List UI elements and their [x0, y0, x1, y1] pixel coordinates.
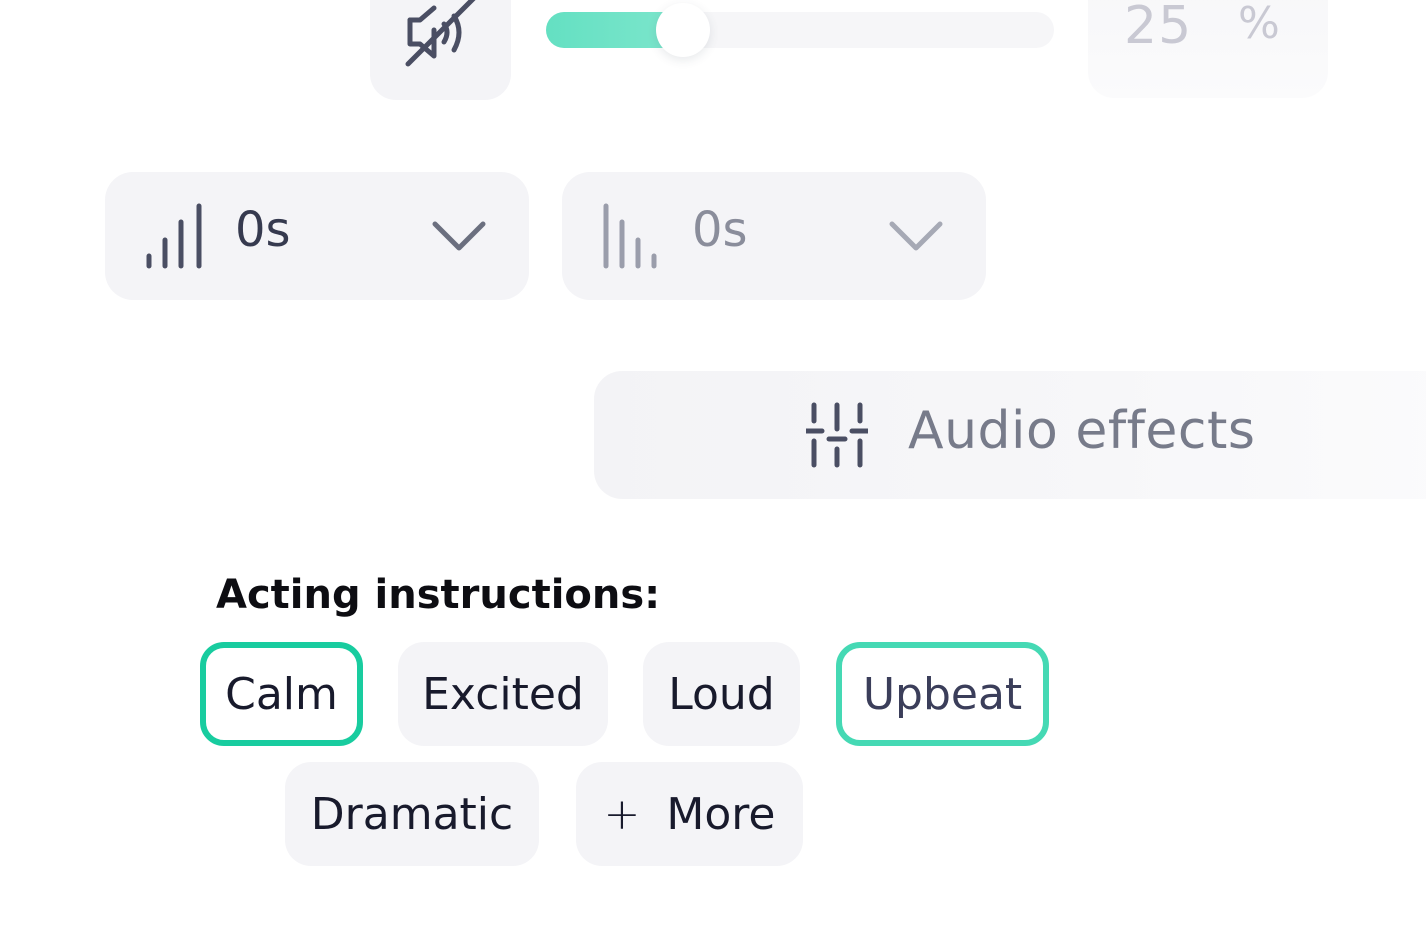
fade-in-dropdown[interactable]: 0s — [105, 172, 529, 300]
fade-out-dropdown[interactable]: 0s — [562, 172, 986, 300]
volume-slider[interactable] — [546, 3, 1054, 57]
volume-unit: % — [1238, 0, 1280, 49]
chip-calm[interactable]: Calm — [200, 642, 363, 746]
volume-value-field[interactable]: 25 % — [1088, 0, 1328, 98]
chevron-down-icon — [432, 221, 486, 251]
fade-out-value: 0s — [692, 202, 748, 258]
chip-upbeat[interactable]: Upbeat — [836, 642, 1049, 746]
audio-settings-panel: 25 % 0s 0s Audio effects Acting instruct… — [0, 0, 1426, 951]
volume-slider-thumb[interactable] — [656, 3, 711, 57]
plus-icon: + — [603, 788, 641, 840]
audio-effects-label: Audio effects — [908, 401, 1256, 461]
fade-in-bars-icon — [146, 203, 202, 269]
more-instructions-button[interactable]: + More — [576, 762, 803, 866]
volume-value: 25 — [1124, 0, 1193, 56]
audio-effects-button[interactable]: Audio effects — [594, 371, 1426, 499]
chevron-down-icon — [889, 221, 943, 251]
chip-loud[interactable]: Loud — [643, 642, 800, 746]
chip-excited[interactable]: Excited — [398, 642, 608, 746]
fade-out-bars-icon — [603, 203, 657, 269]
mute-button[interactable] — [370, 0, 511, 100]
speaker-muted-icon — [405, 0, 476, 67]
more-label: More — [666, 788, 776, 840]
fade-in-value: 0s — [235, 202, 291, 258]
acting-instructions-label: Acting instructions: — [216, 572, 661, 618]
chip-dramatic[interactable]: Dramatic — [285, 762, 539, 866]
sliders-icon — [806, 402, 868, 468]
